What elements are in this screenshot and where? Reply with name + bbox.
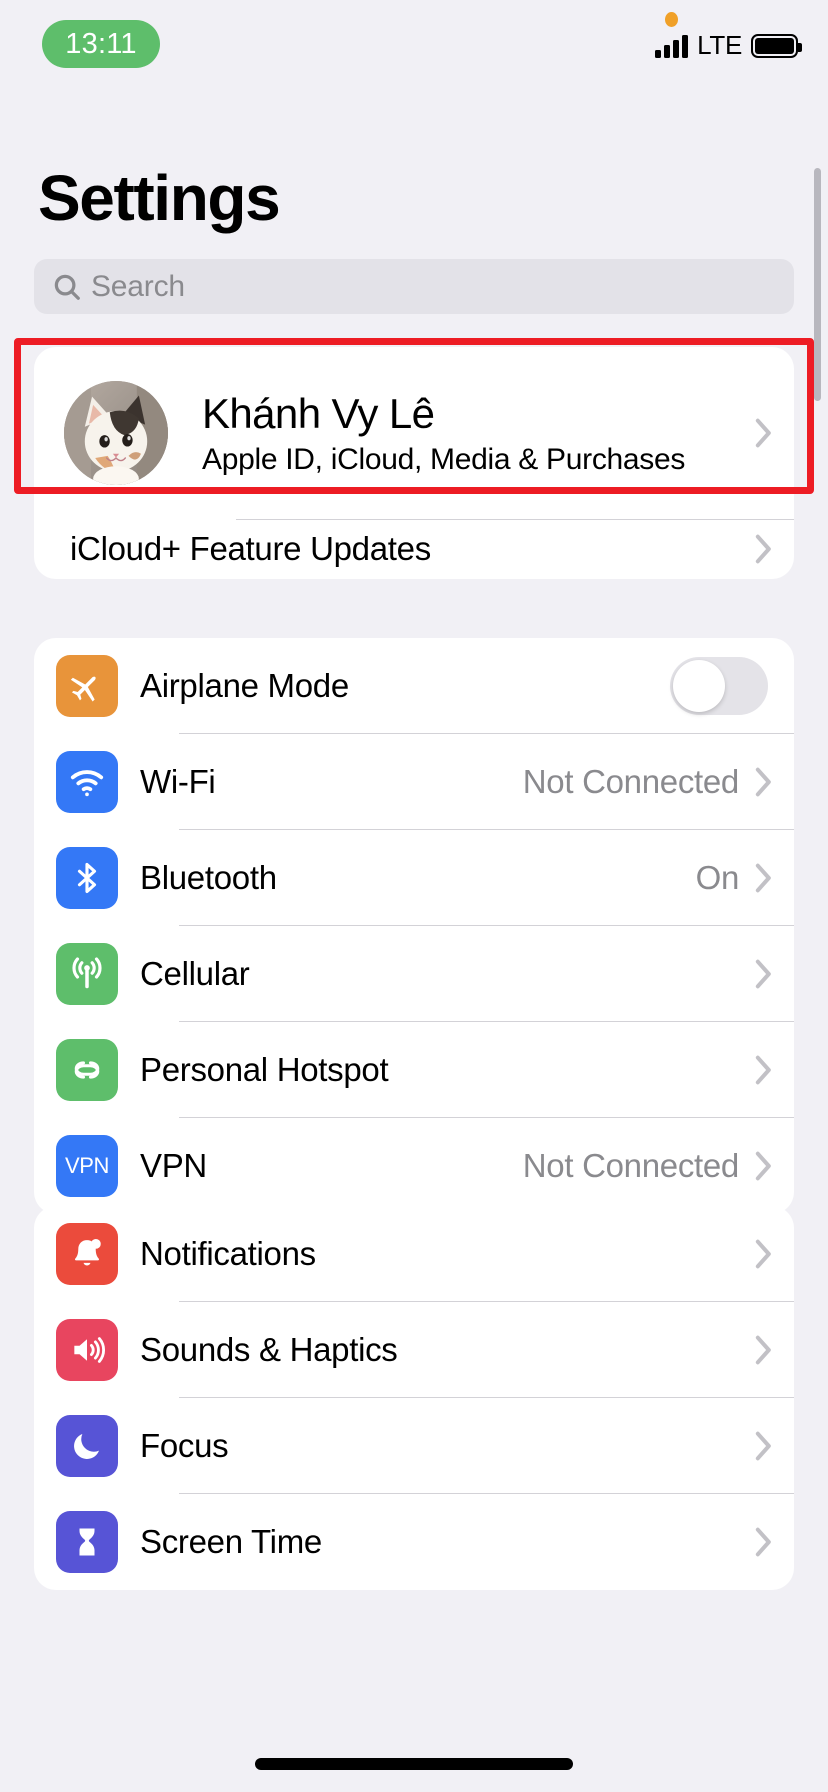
settings-row-focus[interactable]: Focus [34, 1398, 794, 1494]
search-icon [54, 274, 80, 300]
chevron-right-icon [755, 418, 771, 448]
vpn-status-value: Not Connected [522, 1147, 740, 1184]
vpn-icon: VPN [56, 1135, 118, 1197]
settings-row-airplane-mode[interactable]: Airplane Mode [34, 638, 794, 734]
settings-row-label: Wi-Fi [140, 763, 216, 800]
search-input[interactable]: Search [34, 259, 794, 314]
account-subtitle: Apple ID, iCloud, Media & Purchases [202, 443, 686, 477]
settings-screen: 13:11 LTE Settings Search Khánh Vy Lê Ap… [0, 0, 828, 1792]
wifi-status-value: Not Connected [522, 763, 740, 800]
icloud-feature-updates-label: iCloud+ Feature Updates [70, 530, 431, 567]
account-card: Khánh Vy Lê Apple ID, iCloud, Media & Pu… [34, 347, 794, 579]
settings-row-personal-hotspot[interactable]: Personal Hotspot [34, 1022, 794, 1118]
settings-row-vpn[interactable]: VPN VPN Not Connected [34, 1118, 794, 1214]
hourglass-icon [56, 1511, 118, 1573]
settings-row-label: Screen Time [140, 1523, 322, 1560]
chevron-right-icon [755, 1151, 771, 1181]
alerts-group: Notifications Sounds & Haptics Focus Scr… [34, 1206, 794, 1590]
cellular-signal-icon [655, 34, 689, 58]
settings-row-label: Sounds & Haptics [140, 1331, 398, 1368]
account-name: Khánh Vy Lê [202, 389, 435, 437]
settings-row-label: Personal Hotspot [140, 1051, 389, 1088]
moon-icon [56, 1415, 118, 1477]
avatar [64, 381, 168, 485]
settings-row-label: Focus [140, 1427, 229, 1464]
battery-icon [751, 33, 802, 58]
home-indicator[interactable] [255, 1758, 573, 1770]
chevron-right-icon [755, 767, 771, 797]
apple-id-row[interactable]: Khánh Vy Lê Apple ID, iCloud, Media & Pu… [34, 347, 794, 519]
status-time: 13:11 [65, 27, 137, 60]
privacy-indicator-icon [665, 12, 678, 27]
settings-row-label: VPN [140, 1147, 207, 1184]
chevron-right-icon [755, 1527, 771, 1557]
settings-row-notifications[interactable]: Notifications [34, 1206, 794, 1302]
settings-row-wifi[interactable]: Wi-Fi Not Connected [34, 734, 794, 830]
wifi-icon [56, 751, 118, 813]
cellular-antenna-icon [56, 943, 118, 1005]
airplane-icon [56, 655, 118, 717]
chevron-right-icon [755, 1239, 771, 1269]
connectivity-group: Airplane Mode Wi-Fi Not Connected Blueto… [34, 638, 794, 1214]
search-placeholder: Search [91, 269, 185, 303]
vertical-scrollbar[interactable] [814, 168, 821, 401]
network-type-label: LTE [697, 30, 742, 60]
chevron-right-icon [755, 1431, 771, 1461]
hotspot-link-icon [56, 1039, 118, 1101]
settings-row-cellular[interactable]: Cellular [34, 926, 794, 1022]
settings-row-label: Cellular [140, 955, 250, 992]
account-text-block: Khánh Vy Lê Apple ID, iCloud, Media & Pu… [202, 390, 755, 476]
chevron-right-icon [755, 959, 771, 989]
vpn-icon-label: VPN [64, 1153, 110, 1178]
status-bar: 13:11 LTE [0, 0, 828, 110]
chevron-right-icon [755, 534, 771, 564]
speaker-icon [56, 1319, 118, 1381]
bluetooth-status-value: On [695, 859, 740, 896]
airplane-mode-toggle[interactable] [670, 657, 768, 715]
bell-icon [56, 1223, 118, 1285]
chevron-right-icon [755, 863, 771, 893]
settings-row-label: Bluetooth [140, 859, 277, 896]
chevron-right-icon [755, 1335, 771, 1365]
icloud-feature-updates-row[interactable]: iCloud+ Feature Updates [34, 519, 794, 579]
settings-row-label: Airplane Mode [140, 667, 349, 704]
settings-row-label: Notifications [140, 1235, 316, 1272]
chevron-right-icon [755, 1055, 771, 1085]
settings-row-screen-time[interactable]: Screen Time [34, 1494, 794, 1590]
status-right-cluster: LTE [655, 30, 802, 61]
status-time-pill[interactable]: 13:11 [42, 20, 160, 68]
settings-row-sounds-haptics[interactable]: Sounds & Haptics [34, 1302, 794, 1398]
settings-row-bluetooth[interactable]: Bluetooth On [34, 830, 794, 926]
bluetooth-icon [56, 847, 118, 909]
page-title: Settings [38, 162, 281, 234]
